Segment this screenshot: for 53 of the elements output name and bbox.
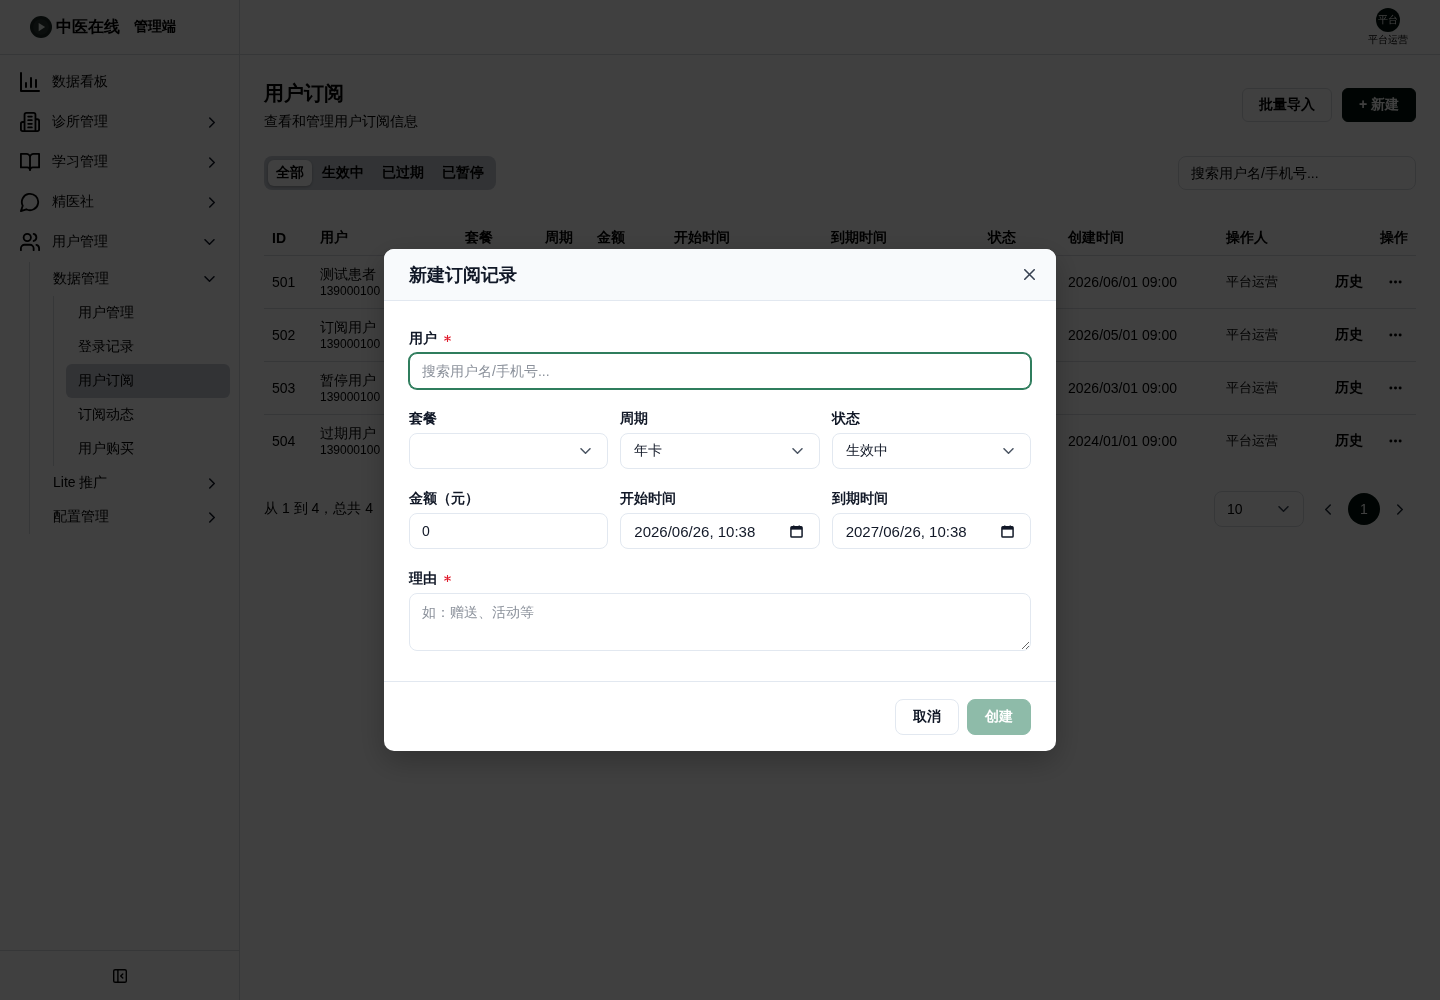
field-label: 到期时间 [831,489,888,508]
user-name: 测试患者 [320,265,376,283]
user-name: 订阅用户 [320,318,376,336]
user-search-field[interactable]: 搜索用户名/手机号... [409,353,1031,389]
field-label: 开始时间 [620,489,677,508]
history-link[interactable]: 历史 [1335,326,1363,344]
brand-tag: 管理端 [134,18,176,36]
chevron-down-icon [791,448,803,454]
amount-field[interactable]: 0 [409,513,609,549]
table-cell: 平台运营 [1218,255,1320,309]
datetime-field[interactable]: 2027/06/26, 10:38 [831,513,1031,549]
table-cell: 2026/03/01 09:00 [1060,361,1218,415]
user-phone: 139000100 [320,442,381,458]
select-field[interactable]: 生效中 [831,433,1031,469]
reason-textarea[interactable]: 如：赠送、活动等 [409,593,1031,651]
datetime-field[interactable]: 2026/06/26, 10:38 [620,513,820,549]
select-field[interactable] [409,433,609,469]
history-link[interactable]: 历史 [1335,379,1363,397]
field-label: 用户 [409,329,437,348]
user-name: 暂停用户 [320,371,376,389]
cancel-button[interactable]: 取消 [895,698,959,735]
calendar-icon [1001,524,1014,538]
page-title: 用户订阅 [264,81,345,106]
table-cell: 502 [264,308,312,362]
user-phone: 139000100 [320,283,381,299]
select-field[interactable]: 年卡 [620,433,820,469]
close-icon[interactable] [1024,269,1035,280]
pagination-summary: 从 1 到 4，总共 4 [264,500,373,518]
chevron-down-icon [1003,448,1014,454]
chevron-down-icon [580,448,592,454]
field-label: 状态 [831,409,860,428]
calendar-icon [789,524,803,538]
dialog-title: 新建订阅记录 [409,263,517,287]
field-label: 理由 [409,569,437,588]
table-cell: 503 [264,361,312,415]
brand-name: 中医在线 [56,16,120,37]
table-cell: 504 [264,414,312,467]
table-cell: 501 [264,255,312,309]
history-link[interactable]: 历史 [1335,432,1363,450]
page-subtitle: 查看和管理用户订阅信息 [264,112,418,131]
table-cell: 2026/05/01 09:00 [1060,308,1218,362]
table-cell: 平台运营 [1218,308,1320,362]
table-cell: 2026/06/01 09:00 [1060,255,1218,309]
table-cell: 平台运营 [1218,361,1320,415]
field-label: 套餐 [409,409,437,428]
table-cell: 平台运营 [1218,414,1320,467]
table-cell: 2024/01/01 09:00 [1060,414,1218,467]
user-phone: 139000100 [320,389,381,405]
user-name: 过期用户 [320,424,376,442]
user-phone: 139000100 [320,336,381,352]
field-label: 金额（元） [409,489,479,508]
field-label: 周期 [620,409,649,428]
history-link[interactable]: 历史 [1335,273,1363,291]
